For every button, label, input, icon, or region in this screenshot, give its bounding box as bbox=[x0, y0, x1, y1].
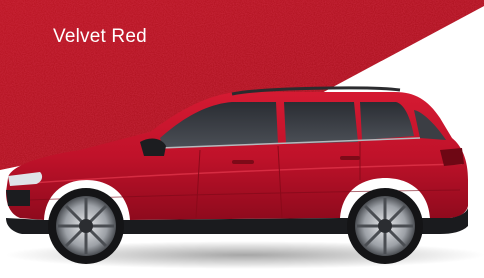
colour-swatch-card: Velvet Red bbox=[0, 0, 484, 278]
colour-name-label: Velvet Red bbox=[53, 26, 147, 47]
